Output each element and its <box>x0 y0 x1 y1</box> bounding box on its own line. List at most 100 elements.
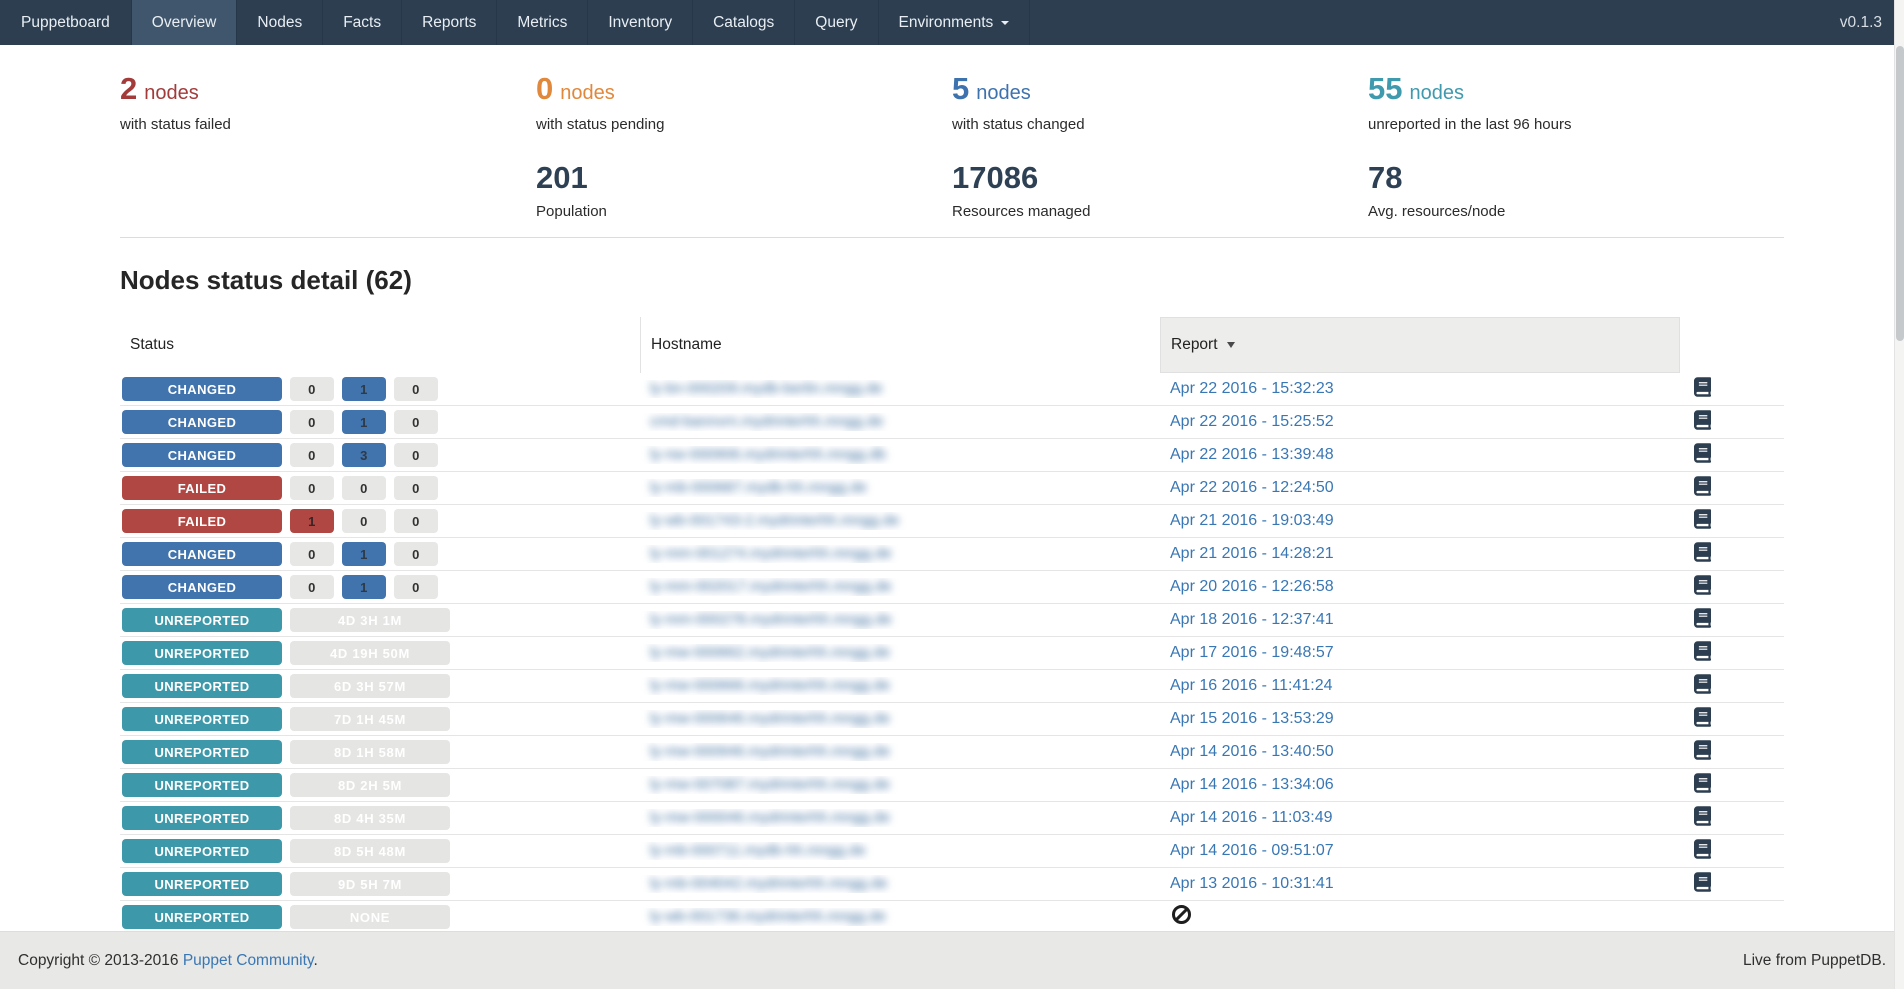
report-date-link[interactable]: Apr 14 2016 - 13:34:06 <box>1170 776 1334 793</box>
hostname-link[interactable]: ly-wb-001743-2.mydrinterhh.mngg.de <box>650 512 899 529</box>
report-actions-cell <box>1680 443 1784 468</box>
report-date-link[interactable]: Apr 20 2016 - 12:26:58 <box>1170 578 1334 595</box>
navbar-brand[interactable]: Puppetboard <box>0 0 132 45</box>
puppet-community-link[interactable]: Puppet Community <box>183 952 314 969</box>
event-count-badge: 0 <box>394 476 438 500</box>
report-date-link[interactable]: Apr 14 2016 - 11:03:49 <box>1170 809 1333 826</box>
nav-item-nodes[interactable]: Nodes <box>237 0 323 45</box>
event-count-badge: 0 <box>290 410 334 434</box>
hostname-link[interactable]: ly-mw-000662.mydrinterhh.mngg.de <box>650 644 890 661</box>
nav-item-query[interactable]: Query <box>795 0 878 45</box>
stat-sublabel: with status failed <box>120 116 536 133</box>
report-book-icon[interactable] <box>1694 476 1711 496</box>
nav-item-environments[interactable]: Environments <box>879 0 1031 45</box>
report-book-icon[interactable] <box>1694 872 1711 892</box>
hostname-link[interactable]: ly-mb-004042.mydrinterhh.mngg.de <box>650 875 888 892</box>
hostname-link[interactable]: ly-mw-007087.mydrinterhh.mngg.de <box>650 776 890 793</box>
report-book-icon[interactable] <box>1694 443 1711 463</box>
report-date-link[interactable]: Apr 22 2016 - 15:32:23 <box>1170 380 1334 397</box>
table-row: UNREPORTED4D 3H 1M ly-mm-000278.mydrinter… <box>120 604 1784 637</box>
table-row: CHANGED010cmd-bannvrn.mydrinterhh.mngg.d… <box>120 406 1784 439</box>
report-date-link[interactable]: Apr 21 2016 - 14:28:21 <box>1170 545 1334 562</box>
report-date-link[interactable]: Apr 22 2016 - 12:24:50 <box>1170 479 1334 496</box>
hostname-link[interactable]: ly-mw-000046.mydrinterhh.mngg.de <box>650 809 890 826</box>
nav-item-overview[interactable]: Overview <box>132 0 238 45</box>
report-book-icon[interactable] <box>1694 575 1711 595</box>
navbar: Puppetboard OverviewNodesFactsReportsMet… <box>0 0 1904 45</box>
stat-count-unit: nodes <box>976 82 1031 104</box>
report-book-icon[interactable] <box>1694 839 1711 859</box>
table-header: Status Hostname Report <box>120 317 1784 373</box>
hostname-link[interactable]: ly-wb-001736.mydrinterhh.mngg.de <box>650 908 886 925</box>
nav-item-facts[interactable]: Facts <box>323 0 402 45</box>
report-book-icon[interactable] <box>1694 740 1711 760</box>
status-cell: UNREPORTED4D 19H 50M <box>120 641 640 665</box>
hostname-link[interactable]: ly-mb-000711.mydb-hh.mngg.de <box>650 842 866 859</box>
report-book-icon[interactable] <box>1694 509 1711 529</box>
hostname-link[interactable]: ly-bn-000209.mydb-berlin.mngg.de <box>650 380 883 397</box>
report-cell: Apr 18 2016 - 12:37:41 <box>1160 611 1680 629</box>
report-book-icon[interactable] <box>1694 542 1711 562</box>
status-cell: UNREPORTED4D 3H 1M <box>120 608 640 632</box>
report-book-icon[interactable] <box>1694 608 1711 628</box>
report-date-link[interactable]: Apr 14 2016 - 09:51:07 <box>1170 842 1334 859</box>
event-count-badge: 0 <box>394 443 438 467</box>
report-book-icon[interactable] <box>1694 410 1711 430</box>
hostname-link[interactable]: ly-mm-000278.mydrinterhh.mngg.de <box>650 611 892 628</box>
vertical-scrollbar[interactable] <box>1894 0 1904 989</box>
hostname-link[interactable]: ly-mm-001274.mydrinterhh.mngg.de <box>650 545 892 562</box>
hostname-link[interactable]: ly-mw-000646.mydrinterhh.mngg.de <box>650 710 890 727</box>
report-date-link[interactable]: Apr 14 2016 - 13:40:50 <box>1170 743 1334 760</box>
status-badge: UNREPORTED <box>122 740 282 764</box>
hostname-link[interactable]: ly-mw-000666.mydrinterhh.mngg.de <box>650 677 890 694</box>
report-date-link[interactable]: Apr 16 2016 - 11:41:24 <box>1170 677 1333 694</box>
unreported-duration-badge: 8D 4H 35M <box>290 806 450 830</box>
event-count-badge: 0 <box>290 443 334 467</box>
hostname-link[interactable]: ly-nw-000906.mydrinterhh.mngg.db <box>650 446 886 463</box>
report-actions-cell <box>1680 839 1784 864</box>
nav-item-metrics[interactable]: Metrics <box>497 0 588 45</box>
hostname-link[interactable]: ly-mw-000946.mydrinterhh.mngg.de <box>650 743 890 760</box>
stat-metric-value: 78 <box>1368 160 1784 196</box>
nav-item-reports[interactable]: Reports <box>402 0 497 45</box>
status-cell: FAILED000 <box>120 476 640 500</box>
report-book-icon[interactable] <box>1694 707 1711 727</box>
column-header-actions <box>1680 317 1784 373</box>
hostname-cell: ly-mb-000711.mydb-hh.mngg.de <box>640 842 1160 860</box>
report-book-icon[interactable] <box>1694 806 1711 826</box>
report-actions-cell <box>1680 674 1784 699</box>
report-date-link[interactable]: Apr 21 2016 - 19:03:49 <box>1170 512 1334 529</box>
report-cell: Apr 22 2016 - 15:25:52 <box>1160 413 1680 431</box>
report-date-link[interactable]: Apr 15 2016 - 13:53:29 <box>1170 710 1334 727</box>
report-book-icon[interactable] <box>1694 773 1711 793</box>
event-count-badge: 3 <box>342 443 386 467</box>
report-date-link[interactable]: Apr 13 2016 - 10:31:41 <box>1170 875 1334 892</box>
report-actions-cell <box>1680 740 1784 765</box>
report-book-icon[interactable] <box>1694 674 1711 694</box>
report-book-icon[interactable] <box>1694 377 1711 397</box>
report-book-icon[interactable] <box>1694 641 1711 661</box>
nav-item-catalogs[interactable]: Catalogs <box>693 0 795 45</box>
hostname-link[interactable]: ly-mb-000687.mydb-hh.mngg.de <box>650 479 867 496</box>
column-header-report[interactable]: Report <box>1160 317 1680 373</box>
stat-count-unit: nodes <box>560 82 615 104</box>
report-cell: Apr 14 2016 - 13:34:06 <box>1160 776 1680 794</box>
report-date-link[interactable]: Apr 17 2016 - 19:48:57 <box>1170 644 1334 661</box>
report-date-link[interactable]: Apr 18 2016 - 12:37:41 <box>1170 611 1334 628</box>
report-date-link[interactable]: Apr 22 2016 - 15:25:52 <box>1170 413 1334 430</box>
status-cell: UNREPORTED9D 5H 7M <box>120 872 640 896</box>
report-date-link[interactable]: Apr 22 2016 - 13:39:48 <box>1170 446 1334 463</box>
nav-item-label: Inventory <box>608 14 672 32</box>
status-badge: FAILED <box>122 509 282 533</box>
scrollbar-thumb[interactable] <box>1896 46 1904 341</box>
hostname-link[interactable]: ly-mm-002017.mydrinterhh.mngg.de <box>650 578 892 595</box>
footer: Copyright © 2013-2016 Puppet Community. … <box>0 931 1904 989</box>
status-cell: CHANGED010 <box>120 377 640 401</box>
nav-item-label: Query <box>815 14 857 32</box>
report-cell: Apr 17 2016 - 19:48:57 <box>1160 644 1680 662</box>
nav-item-inventory[interactable]: Inventory <box>588 0 693 45</box>
nodes-table-body: CHANGED010 ly-bn-000209.mydb-berlin.mngg.… <box>120 373 1784 931</box>
stat-count-number: 0 <box>536 71 553 106</box>
hostname-link[interactable]: cmd-bannvrn.mydrinterhh.mngg.de <box>650 413 883 430</box>
status-badge: UNREPORTED <box>122 641 282 665</box>
